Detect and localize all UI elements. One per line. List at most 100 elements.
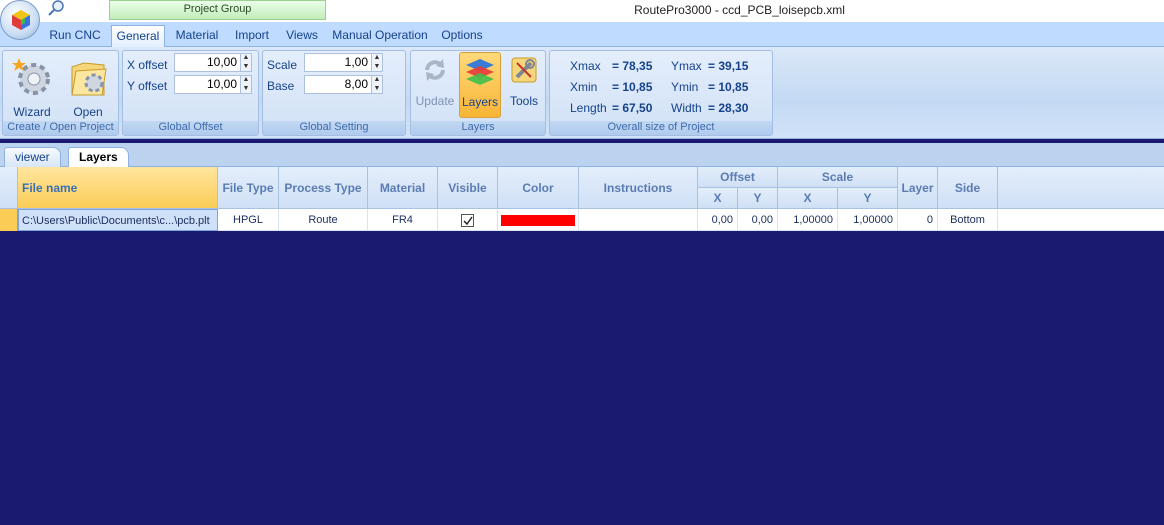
tab-run-cnc[interactable]: Run CNC [44,25,106,47]
cell-file-type[interactable]: HPGL [218,209,279,231]
doc-tab-layers[interactable]: Layers [68,147,129,167]
column-header-color[interactable]: Color [498,167,579,209]
tab-general[interactable]: General [111,25,165,47]
spin-up-icon[interactable]: ▲ [372,54,382,63]
refresh-icon [425,59,445,81]
cell-scale-y[interactable]: 1,00000 [838,209,898,231]
tools-button-label: Tools [509,94,538,108]
cell-filler [998,209,1164,231]
column-header-process-type[interactable]: Process Type [279,167,368,209]
quick-access-search-icon[interactable] [44,0,68,16]
group-label-layers: Layers [411,121,545,135]
title-bar: Project Group RoutePro3000 - ccd_PCB_loi… [0,0,1164,22]
checkmark-icon [463,216,473,225]
application-menu-button[interactable] [0,0,40,40]
cell-color[interactable] [498,209,579,231]
column-header-offset-x[interactable]: X [698,188,738,209]
group-global-setting: Scale 1,00 ▲ ▼ Base 8,00 ▲ ▼ Global Settin… [262,50,406,136]
cell-instructions[interactable] [579,209,698,231]
cell-layer[interactable]: 0 [898,209,938,231]
document-tabs: viewer Layers [0,143,1164,167]
y-offset-value[interactable]: 10,00 [175,76,240,93]
open-button-label: Open [73,105,103,119]
cell-file-name[interactable]: C:\Users\Public\Documents\c...\pcb.plt [18,209,218,231]
tools-button[interactable]: Tools [504,55,544,108]
window-title: RoutePro3000 - ccd_PCB_loisepcb.xml [634,3,845,17]
base-value[interactable]: 8,00 [305,76,371,93]
column-header-scale-y[interactable]: Y [838,188,898,209]
group-layers: Update Layers Tools Layers [410,50,546,136]
spin-down-icon[interactable]: ▼ [241,63,251,72]
open-folder-gear-icon [71,62,107,96]
group-overall-size: Xmax = 78,35 Ymax = 39,15 Xmin = 10,85 Y… [549,50,773,136]
row-selector[interactable] [0,209,18,231]
tools-wrench-icon [511,57,537,83]
column-header-scale-x[interactable]: X [778,188,838,209]
tab-options[interactable]: Options [436,25,488,47]
layers-stack-icon [466,59,494,85]
column-header-file-type[interactable]: File Type [218,167,279,209]
column-header-visible[interactable]: Visible [438,167,498,209]
cell-offset-y[interactable]: 0,00 [738,209,778,231]
group-create-open-project: Wizard Open Create / Open Project [2,50,119,136]
spin-up-icon[interactable]: ▲ [372,76,382,85]
open-button[interactable]: Open [63,55,113,119]
cell-process-type[interactable]: Route [279,209,368,231]
y-offset-spinner[interactable]: 10,00 ▲ ▼ [174,75,252,94]
layer-color-swatch[interactable] [501,214,575,226]
group-global-offset: X offset 10,00 ▲ ▼ Y offset 10,00 ▲ ▼ Glob… [122,50,259,136]
layers-button[interactable]: Layers [459,52,501,118]
update-button[interactable]: Update [415,55,455,108]
x-offset-spinner[interactable]: 10,00 ▲ ▼ [174,53,252,72]
visible-checkbox[interactable] [461,213,474,227]
xmax-value: = 78,35 [612,59,653,73]
cell-offset-x[interactable]: 0,00 [698,209,738,231]
layers-button-label: Layers [461,95,499,109]
tab-import[interactable]: Import [230,25,274,47]
spin-down-icon[interactable]: ▼ [372,63,382,72]
doc-tab-viewer[interactable]: viewer [4,147,61,167]
spin-up-icon[interactable]: ▲ [241,76,251,85]
cell-visible[interactable] [438,209,498,231]
column-header-layer[interactable]: Layer [898,167,938,209]
xmin-label: Xmin [570,80,598,94]
y-offset-label: Y offset [127,79,168,93]
group-label-global-setting: Global Setting [263,121,405,135]
group-label-overall-size: Overall size of Project [550,121,772,135]
x-offset-value[interactable]: 10,00 [175,54,240,71]
column-header-offset-y[interactable]: Y [738,188,778,209]
spin-up-icon[interactable]: ▲ [241,54,251,63]
scale-value[interactable]: 1,00 [305,54,371,71]
ribbon-panel: Wizard Open Create / Open Project X offs… [0,47,1164,139]
cell-side[interactable]: Bottom [938,209,998,231]
base-label: Base [267,79,295,93]
update-button-label: Update [415,94,455,108]
column-header-filler [998,167,1164,209]
app-window: Project Group RoutePro3000 - ccd_PCB_loi… [0,0,1164,525]
tab-manual-operation[interactable]: Manual Operation [330,25,430,47]
ymax-value: = 39,15 [708,59,749,73]
spin-down-icon[interactable]: ▼ [372,85,382,94]
base-spinner[interactable]: 8,00 ▲ ▼ [304,75,383,94]
width-value: = 28,30 [708,101,749,115]
ymax-label: Ymax [671,59,702,73]
wizard-button[interactable]: Wizard [7,55,57,119]
spin-down-icon[interactable]: ▼ [241,85,251,94]
column-header-side[interactable]: Side [938,167,998,209]
column-header-material[interactable]: Material [368,167,438,209]
tab-views[interactable]: Views [280,25,324,47]
cell-material[interactable]: FR4 [368,209,438,231]
width-label: Width [671,101,702,115]
tab-material[interactable]: Material [170,25,224,47]
scale-spinner[interactable]: 1,00 ▲ ▼ [304,53,383,72]
xmin-value: = 10,85 [612,80,653,94]
cell-scale-x[interactable]: 1,00000 [778,209,838,231]
wizard-gear-icon [12,58,50,95]
column-header-file-name[interactable]: File name [18,167,218,209]
row-header-corner [0,167,18,209]
scale-label: Scale [267,58,298,72]
group-label-create-open: Create / Open Project [3,121,118,135]
column-header-instructions[interactable]: Instructions [579,167,698,209]
ymin-value: = 10,85 [708,80,749,94]
x-offset-label: X offset [127,58,168,72]
